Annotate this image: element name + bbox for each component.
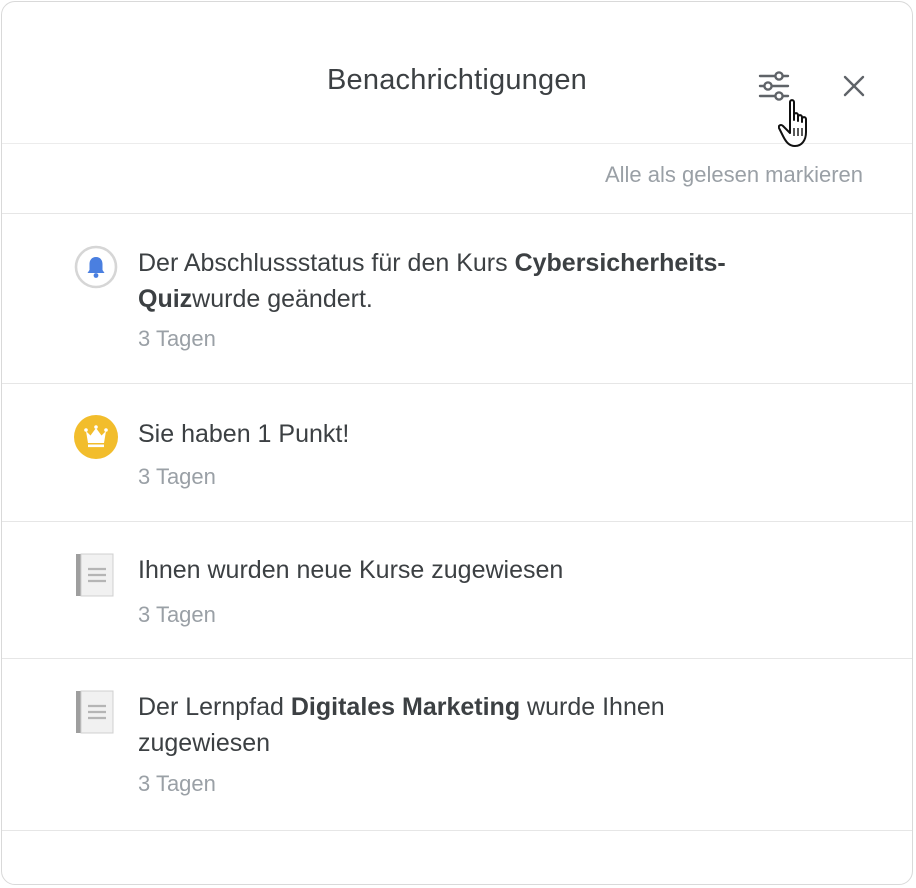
notification-time: 3 Tagen [138,326,216,351]
notification-list: Der Abschlussstatus für den Kurs Cybersi… [2,214,912,831]
sliders-icon [758,71,790,101]
message-text: Der Abschlussstatus für den Kurs [138,249,515,277]
notification-message: Ihnen wurden neue Kurse zugewiesen [138,552,792,588]
bell-icon [73,244,119,290]
mark-all-read-link[interactable]: Alle als gelesen markieren [605,162,863,188]
actions-bar: Alle als gelesen markieren [2,144,912,214]
notification-message: Der Lernpfad Digitales Marketing wurde I… [138,689,792,761]
close-button[interactable] [836,68,872,104]
hand-cursor-icon [778,99,807,147]
notification-item[interactable]: Der Abschlussstatus für den Kurs Cybersi… [2,214,912,384]
close-icon [843,75,865,97]
notification-time: 3 Tagen [138,602,216,627]
document-icon [73,552,119,598]
message-text: Der Lernpfad [138,693,291,721]
learning-path-name: Digitales Marketing [290,693,521,721]
notification-message: Der Abschlussstatus für den Kurs Cybersi… [138,245,792,317]
notification-time: 3 Tagen [138,464,216,489]
crown-icon [73,414,119,460]
panel-header: Benachrichtigungen [2,2,912,147]
message-text: wurde geändert. [192,285,373,313]
message-text: Ihnen wurden neue Kurse zugewiesen [138,556,564,584]
notification-item[interactable]: Ihnen wurden neue Kurse zugewiesen 3 Tag… [2,522,912,659]
notification-item[interactable]: Der Lernpfad Digitales Marketing wurde I… [2,659,912,831]
document-icon [73,689,119,735]
notification-item[interactable]: Sie haben 1 Punkt! 3 Tagen [2,384,912,522]
notification-time: 3 Tagen [138,771,216,796]
message-text: Sie haben 1 Punkt! [138,420,350,448]
notification-settings-button[interactable] [754,68,794,104]
notifications-panel: Benachrichtigungen Alle als gelesen mark… [1,1,913,885]
notification-message: Sie haben 1 Punkt! [138,416,792,452]
